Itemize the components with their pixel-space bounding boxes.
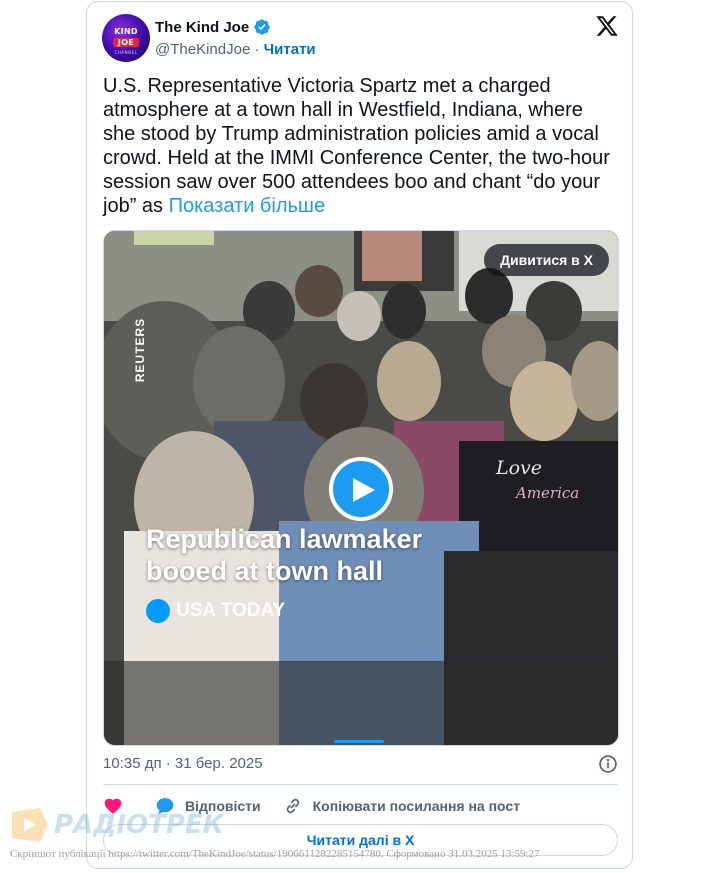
- tweet-timestamp[interactable]: 10:35 дп · 31 бер. 2025: [103, 755, 263, 772]
- reuters-watermark: REUTERS: [126, 303, 154, 403]
- usa-today-brand: USA TODAY: [146, 599, 285, 623]
- screenshot-caption: Скріншот публікації https://twitter.com/…: [10, 848, 540, 860]
- play-button[interactable]: [329, 457, 393, 521]
- reuters-text: REUTERS: [133, 317, 147, 383]
- shirt-text-america: America: [514, 484, 579, 502]
- handle-separator: ·: [254, 41, 260, 58]
- radiotrek-logo-text: РАДІОТРЕК: [54, 810, 224, 840]
- author-handle[interactable]: @TheKindJoe: [155, 41, 250, 58]
- video-headline: Republican lawmaker booed at town hall: [146, 523, 422, 587]
- avatar-text-kind: KIND: [114, 27, 138, 36]
- copy-link-label: Копіювати посилання на пост: [312, 798, 521, 814]
- copy-link-button[interactable]: Копіювати посилання на пост: [283, 796, 520, 816]
- video-progress-indicator: [334, 740, 384, 743]
- timestamp-row: 10:35 дп · 31 бер. 2025: [103, 754, 618, 778]
- author-avatar[interactable]: KIND JOE CHANNEL: [102, 14, 150, 62]
- follow-link[interactable]: Читати: [264, 41, 316, 58]
- usa-today-label: USA TODAY: [176, 600, 286, 621]
- video-headline-line1: Republican lawmaker: [146, 524, 423, 554]
- link-icon: [286, 798, 299, 814]
- show-more-link[interactable]: Показати більше: [169, 195, 325, 217]
- usa-today-dot-icon: [146, 599, 170, 623]
- radiotrek-logo-icon: [12, 808, 48, 842]
- verified-badge-icon: [254, 19, 270, 35]
- video-headline-line2: booed at town hall: [146, 556, 383, 586]
- tweet-card: KIND JOE CHANNEL The Kind Joe @TheKindJo…: [86, 1, 633, 869]
- divider: [103, 784, 618, 785]
- x-logo-icon[interactable]: [595, 14, 619, 38]
- author-name-row: The Kind Joe: [155, 18, 271, 36]
- author-handle-row: @TheKindJoe · Читати: [155, 41, 316, 58]
- author-name[interactable]: The Kind Joe: [155, 19, 249, 36]
- tweet-text: U.S. Representative Victoria Spartz met …: [103, 74, 618, 218]
- avatar-text-joe: JOE: [113, 38, 139, 47]
- play-icon: [353, 478, 375, 502]
- video-media[interactable]: Love America Дивитися в X REUTERS Republ…: [103, 230, 619, 746]
- shirt-text-love: Love: [495, 457, 542, 479]
- radiotrek-logo: РАДІОТРЕК: [10, 808, 224, 842]
- info-icon[interactable]: [598, 754, 618, 774]
- view-on-x-button[interactable]: Дивитися в X: [484, 244, 609, 276]
- avatar-text-channel: CHANNEL: [114, 50, 138, 55]
